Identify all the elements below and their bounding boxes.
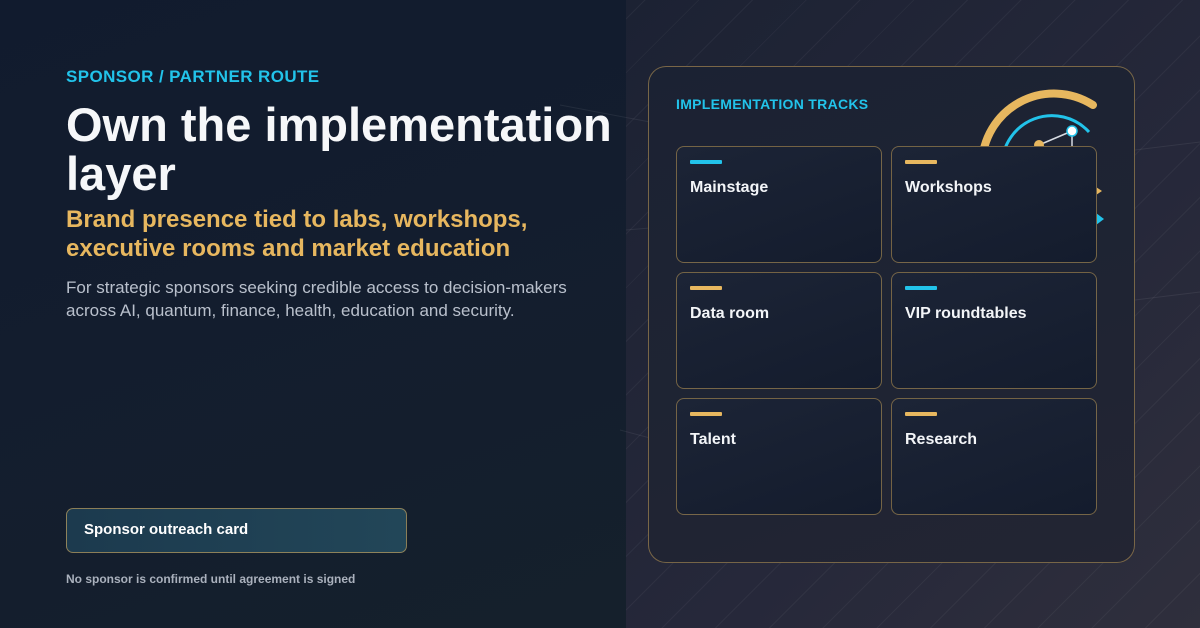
sponsor-outreach-button[interactable]: Sponsor outreach card [66, 508, 407, 553]
track-accent-bar [690, 286, 722, 290]
track-label: Talent [690, 431, 736, 448]
track-accent-bar [905, 160, 937, 164]
track-label: VIP roundtables [905, 305, 1027, 322]
track-card-vip-roundtables[interactable]: VIP roundtables [891, 272, 1097, 389]
implementation-tracks-panel: IMPLEMENTATION TRACKS Mainstage Workshop… [648, 66, 1135, 563]
disclaimer-note: No sponsor is confirmed until agreement … [66, 572, 356, 586]
track-card-workshops[interactable]: Workshops [891, 146, 1097, 263]
track-card-research[interactable]: Research [891, 398, 1097, 515]
description: For strategic sponsors seeking credible … [66, 278, 567, 320]
track-label: Workshops [905, 179, 992, 196]
track-accent-bar [690, 160, 722, 164]
track-card-mainstage[interactable]: Mainstage [676, 146, 882, 263]
subtitle: Brand presence tied to labs, workshops, … [66, 206, 528, 262]
track-accent-bar [905, 412, 937, 416]
track-card-talent[interactable]: Talent [676, 398, 882, 515]
panel-title: IMPLEMENTATION TRACKS [676, 96, 869, 112]
track-label: Data room [690, 305, 770, 322]
track-accent-bar [905, 286, 937, 290]
track-accent-bar [690, 412, 722, 416]
track-card-data-room[interactable]: Data room [676, 272, 882, 389]
track-label: Research [905, 431, 978, 448]
track-label: Mainstage [690, 179, 769, 196]
eyebrow-label: SPONSOR / PARTNER ROUTE [66, 67, 320, 86]
page-title: Own the implementation layer [66, 98, 612, 200]
